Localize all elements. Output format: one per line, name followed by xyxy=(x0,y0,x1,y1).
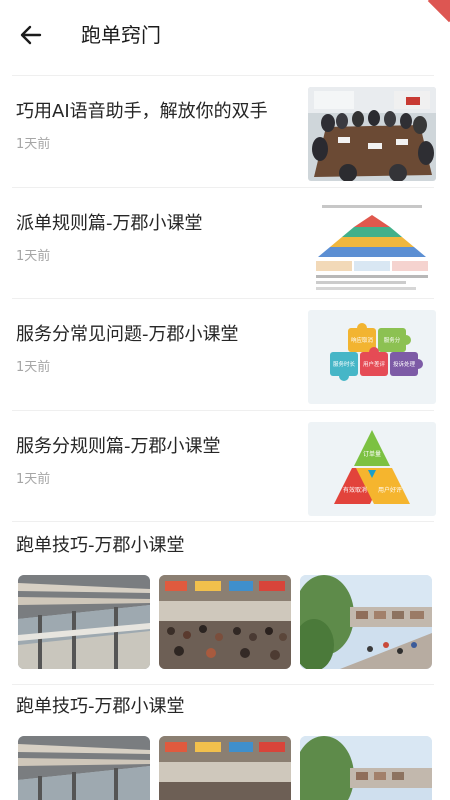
triangle-label: 订单量 xyxy=(363,450,381,458)
corner-ribbon xyxy=(427,0,450,23)
article-time: 1天前 xyxy=(16,137,51,152)
puzzle-label: 投诉处理 xyxy=(393,360,416,368)
article-time: 1天前 xyxy=(16,249,51,264)
article-thumbnail-pyramid xyxy=(308,199,436,293)
puzzle-label: 服务分 xyxy=(384,336,401,344)
article-item[interactable]: 服务分常见问题-万郡小课堂 1天前 响应取消 服务分 服务时长 用户差评 投诉处… xyxy=(0,299,450,409)
gallery-image-station-crowd[interactable] xyxy=(159,575,291,669)
gallery-title[interactable]: 跑单技巧-万郡小课堂 xyxy=(16,532,185,560)
article-thumbnail-puzzle: 响应取消 服务分 服务时长 用户差评 投诉处理 xyxy=(308,310,436,404)
page-title: 跑单窍门 xyxy=(81,23,161,47)
gallery-image-street[interactable] xyxy=(300,575,432,669)
divider xyxy=(12,684,434,685)
back-button[interactable] xyxy=(14,18,48,52)
arrow-left-icon xyxy=(20,25,42,45)
triangle-label: 有效取消 xyxy=(343,486,367,494)
triangle-label: 用户好评 xyxy=(378,486,402,494)
article-time: 1天前 xyxy=(16,360,51,375)
app-header: 跑单窍门 xyxy=(0,0,450,70)
article-title: 服务分常见问题-万郡小课堂 xyxy=(16,324,239,345)
puzzle-label: 服务时长 xyxy=(333,360,356,368)
article-title: 服务分规则篇-万郡小课堂 xyxy=(16,436,221,457)
article-title: 巧用AI语音助手，解放你的双手 xyxy=(16,101,268,122)
article-time: 1天前 xyxy=(16,472,51,487)
gallery-image-airport[interactable] xyxy=(18,736,150,800)
gallery-image-airport[interactable] xyxy=(18,575,150,669)
gallery-title[interactable]: 跑单技巧-万郡小课堂 xyxy=(16,693,185,721)
article-thumbnail-triangle: 订单量 有效取消 用户好评 xyxy=(308,422,436,516)
article-item[interactable]: 巧用AI语音助手，解放你的双手 1天前 xyxy=(0,76,450,186)
gallery-image-street[interactable] xyxy=(300,736,432,800)
puzzle-label: 响应取消 xyxy=(351,336,374,344)
article-title: 派单规则篇-万郡小课堂 xyxy=(16,213,203,234)
article-item[interactable]: 服务分规则篇-万郡小课堂 1天前 订单量 有效取消 用户好评 xyxy=(0,411,450,521)
article-thumbnail-meeting xyxy=(308,87,436,181)
article-item[interactable]: 派单规则篇-万郡小课堂 1天前 xyxy=(0,188,450,298)
gallery-image-station-crowd[interactable] xyxy=(159,736,291,800)
puzzle-label: 用户差评 xyxy=(363,360,386,368)
divider xyxy=(12,521,434,522)
